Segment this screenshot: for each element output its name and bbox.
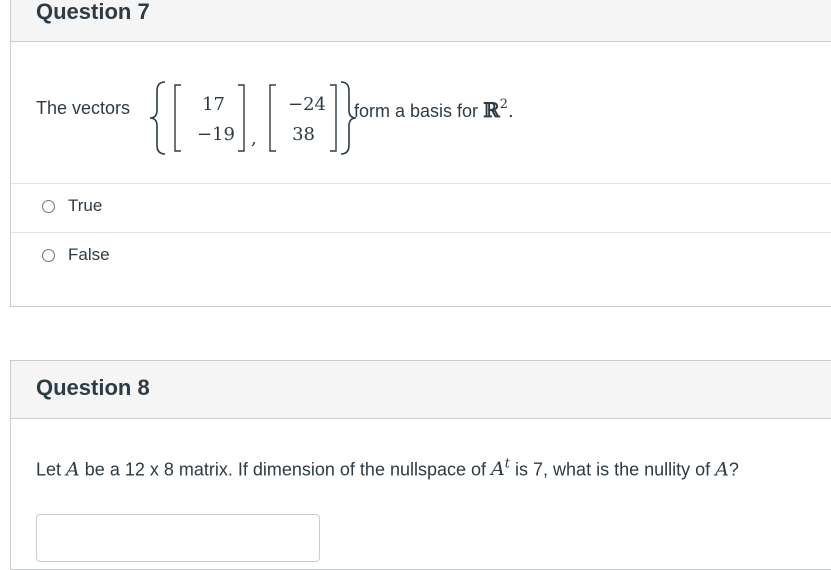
prompt-prefix: The vectors	[36, 98, 131, 118]
answer-input[interactable]	[36, 514, 320, 562]
question-8-card: Question 8 Let A be a 12 x 8 matrix. If …	[10, 360, 831, 570]
transpose-superscript: t	[504, 457, 511, 472]
vector-comma: ,	[251, 128, 257, 149]
vector-1-right-bracket	[238, 84, 245, 152]
radio-false[interactable]	[42, 249, 55, 262]
prompt-suffix-text: form a basis for	[354, 101, 479, 121]
question-7-card: Question 7 The vectors 17 −19 , −24 38 f…	[10, 0, 831, 307]
dimension-superscript: 2	[499, 97, 508, 112]
q8-question-mark: ?	[728, 459, 739, 480]
vector-2-entry-top: −24	[288, 94, 326, 115]
vector-2-left-bracket	[269, 84, 276, 152]
answer-false[interactable]: False	[11, 232, 831, 281]
vector-1-left-bracket	[174, 84, 181, 152]
question-7-prompt: The vectors 17 −19 , −24 38 form a basis…	[11, 42, 831, 183]
question-8-title: Question 8	[36, 375, 150, 400]
q8-text-3: is 7, what is the nullity of	[515, 459, 711, 480]
matrix-a-transpose: At	[491, 457, 511, 481]
vector-2-entry-bottom: 38	[292, 124, 315, 145]
vector-2-right-bracket	[330, 84, 337, 152]
left-brace	[149, 81, 166, 155]
answer-true[interactable]: True	[11, 183, 831, 232]
question-8-header: Question 8	[11, 361, 831, 419]
q8-text-2: be a 12 x 8 matrix. If dimension of the …	[84, 459, 487, 480]
vector-1-entry-top: 17	[202, 94, 225, 115]
question-7-title: Question 7	[36, 0, 150, 24]
matrix-a-transpose-base: A	[491, 458, 505, 481]
radio-true[interactable]	[42, 200, 55, 213]
vector-1-entry-bottom: −19	[197, 124, 235, 145]
q8-text-1: Let	[36, 459, 62, 480]
matrix-a-end: A	[715, 458, 729, 481]
real-numbers-symbol: ℝ	[483, 98, 500, 122]
vector-set: 17 −19 , −24 38	[149, 81, 357, 155]
prompt-suffix: form a basis for ℝ2.	[354, 97, 514, 122]
question-7-header: Question 7	[11, 0, 831, 42]
answer-true-label[interactable]: True	[68, 196, 102, 216]
answer-list: True False	[11, 183, 831, 283]
prompt-period: .	[507, 101, 514, 122]
answer-false-label[interactable]: False	[68, 245, 110, 265]
question-8-prompt: Let A be a 12 x 8 matrix. If dimension o…	[36, 457, 739, 480]
matrix-a: A	[66, 458, 80, 481]
